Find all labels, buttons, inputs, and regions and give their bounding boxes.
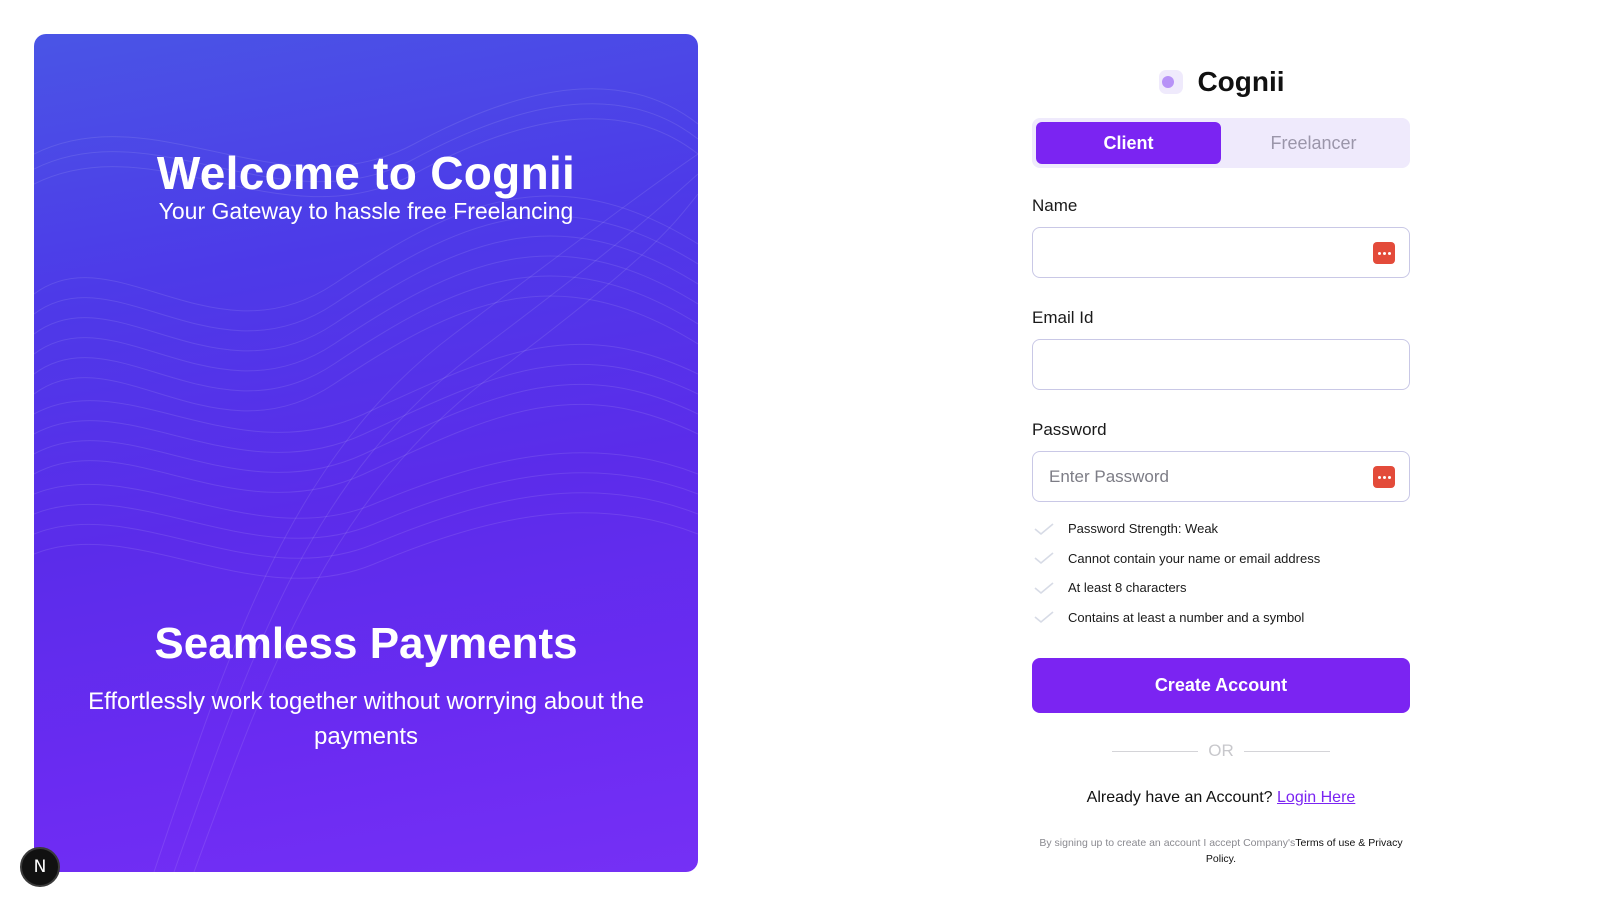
password-manager-icon[interactable] — [1373, 242, 1395, 264]
terms-text: By signing up to create an account I acc… — [1039, 837, 1296, 849]
tab-client[interactable]: Client — [1036, 122, 1221, 164]
hero-title: Welcome to Cognii — [156, 147, 576, 199]
rule-text: Password Strength: Weak — [1068, 521, 1219, 537]
login-prompt: Already have an Account? Login Here — [1032, 789, 1410, 807]
feature-text: Effortlessly work together without worry… — [88, 688, 644, 750]
login-link[interactable]: Login Here — [1277, 789, 1355, 806]
hero-subtitle: Your Gateway to hassle free Freelancing — [158, 198, 574, 224]
create-account-button[interactable]: Create Account — [1032, 658, 1410, 713]
check-icon — [1032, 519, 1056, 539]
rule-item: Cannot contain your name or email addres… — [1032, 544, 1410, 574]
password-manager-icon[interactable] — [1373, 466, 1395, 488]
account-type-toggle: Client Freelancer — [1032, 118, 1410, 168]
password-rules: Password Strength: Weak Cannot contain y… — [1032, 514, 1410, 632]
divider-line — [1112, 750, 1199, 752]
name-label: Name — [1032, 196, 1078, 215]
or-text: OR — [1208, 741, 1234, 760]
password-field-wrapper — [1032, 451, 1410, 502]
email-field-wrapper — [1032, 339, 1410, 390]
signup-form: Cognii Client Freelancer Name Email Id P… — [1032, 60, 1410, 867]
terms-notice: By signing up to create an account I acc… — [1032, 835, 1410, 867]
nextjs-badge[interactable]: N — [20, 847, 60, 887]
rule-item: Contains at least a number and a symbol — [1032, 603, 1410, 633]
password-label: Password — [1032, 420, 1107, 439]
rule-text: At least 8 characters — [1068, 580, 1187, 596]
brand: Cognii — [1032, 60, 1410, 104]
password-input[interactable] — [1049, 466, 1393, 487]
feature-title: Seamless Payments — [154, 619, 578, 668]
email-input[interactable] — [1049, 354, 1393, 375]
rule-text: Cannot contain your name or email addres… — [1068, 550, 1321, 566]
name-field-wrapper — [1032, 227, 1410, 278]
divider-line — [1243, 750, 1330, 752]
check-icon — [1032, 578, 1056, 598]
brand-name: Cognii — [1197, 66, 1285, 97]
rule-text: Contains at least a number and a symbol — [1068, 609, 1305, 625]
tab-freelancer[interactable]: Freelancer — [1221, 122, 1406, 164]
name-input[interactable] — [1049, 242, 1393, 263]
email-label: Email Id — [1032, 308, 1094, 327]
or-divider: OR — [1032, 741, 1410, 761]
hero-panel: Welcome to Cognii Your Gateway to hassle… — [34, 34, 698, 872]
check-icon — [1032, 607, 1056, 627]
rule-item: Password Strength: Weak — [1032, 514, 1410, 544]
cognii-logo-icon — [1157, 68, 1185, 96]
login-prompt-text: Already have an Account? — [1086, 789, 1278, 806]
rule-item: At least 8 characters — [1032, 573, 1410, 603]
check-icon — [1032, 548, 1056, 568]
